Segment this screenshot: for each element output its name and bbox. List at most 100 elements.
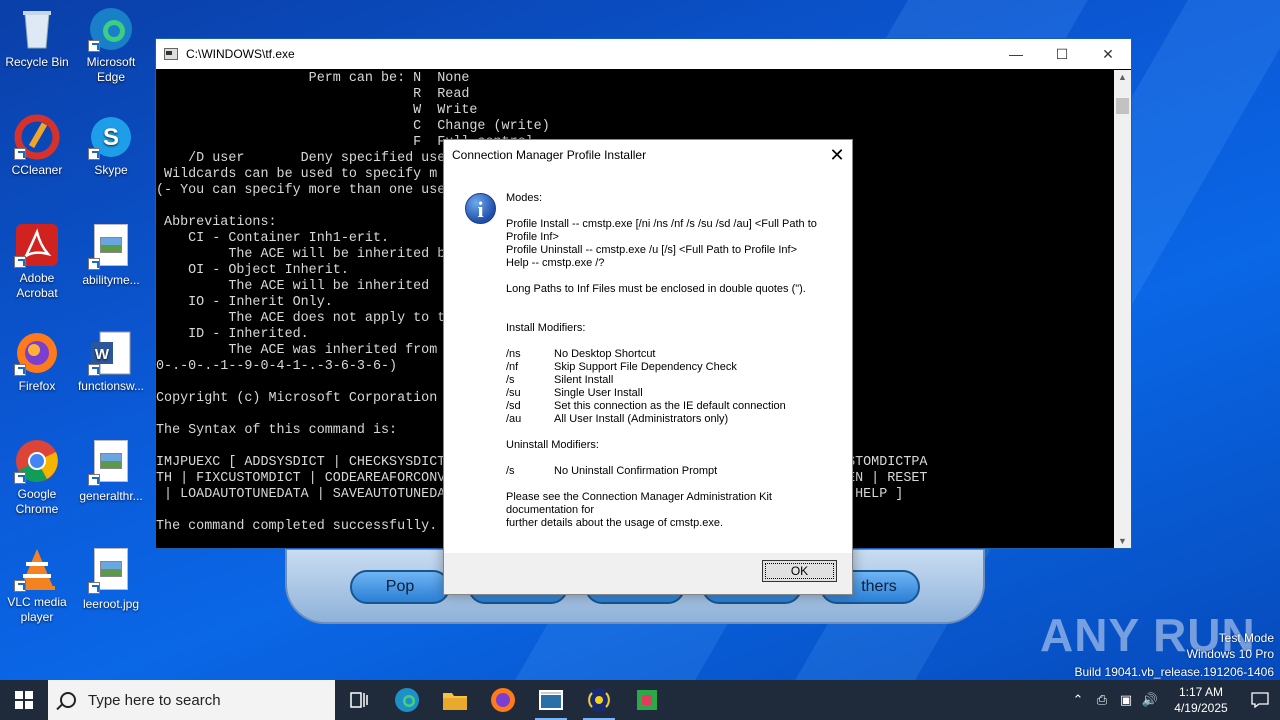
notification-icon xyxy=(1251,692,1269,708)
desktop-icon-label: leeroot.jpg xyxy=(82,597,140,611)
console-line: R Read xyxy=(156,87,470,102)
long-paths-text: Long Paths to Inf Files must be enclosed… xyxy=(506,283,806,295)
modifier-description: Set this connection as the IE default co… xyxy=(554,400,786,412)
desktop-icon[interactable]: leeroot.jpg xyxy=(73,546,149,612)
svg-text:S: S xyxy=(103,124,119,151)
taskbar-console[interactable] xyxy=(527,680,575,720)
desktop-icon[interactable]: abilityme... xyxy=(73,222,149,288)
modifier-row: /s Silent Install xyxy=(506,374,836,387)
ok-button[interactable]: OK xyxy=(762,560,837,582)
console-scrollbar[interactable]: ▲ ▼ xyxy=(1114,70,1131,548)
search-icon xyxy=(60,692,76,708)
modifier-row: /su Single User Install xyxy=(506,387,836,400)
task-view-button[interactable] xyxy=(335,680,383,720)
clock[interactable]: 1:17 AM 4/19/2025 xyxy=(1162,684,1240,716)
build-text: Build 19041.vb_release.191206-1406 xyxy=(1074,665,1275,679)
dialog-body: i Modes: Profile Install -- cmstp.exe [/… xyxy=(444,170,852,553)
desktop-icon[interactable]: Recycle Bin xyxy=(0,6,75,70)
notifications-button[interactable] xyxy=(1240,680,1280,720)
wireless-app-icon xyxy=(587,688,611,712)
dialog-titlebar[interactable]: Connection Manager Profile Installer ✕ xyxy=(444,140,852,170)
info-icon: i xyxy=(465,193,496,224)
maximize-button[interactable]: ☐ xyxy=(1039,39,1085,69)
desktop-icon[interactable]: CCleaner xyxy=(0,114,75,178)
modifier-description: All User Install (Administrators only) xyxy=(554,413,729,425)
shortcut-arrow-icon xyxy=(88,474,100,486)
image-file-icon xyxy=(88,440,134,486)
desktop-icon-label: CCleaner xyxy=(11,163,63,177)
recycle-bin-icon xyxy=(14,6,60,52)
desktop-icon[interactable]: VLC media player xyxy=(0,546,75,625)
dialog-message: Modes: Profile Install -- cmstp.exe [/ni… xyxy=(506,192,836,530)
edge-icon xyxy=(395,688,419,712)
dialog-close-icon[interactable]: ✕ xyxy=(822,145,852,166)
desktop-icon-label: Microsoft Edge xyxy=(86,55,136,84)
shortcut-arrow-icon xyxy=(14,580,26,592)
taskbar-file-explorer[interactable] xyxy=(431,680,479,720)
desktop-icon-label: Firefox xyxy=(18,379,56,393)
taskbar-search-box[interactable]: Type here to search xyxy=(48,680,335,720)
desktop-icon-label: abilityme... xyxy=(82,273,140,287)
start-button[interactable] xyxy=(0,680,48,720)
desktop-icon-label: generalthr... xyxy=(79,489,143,503)
desktop-icon[interactable]: generalthr... xyxy=(73,438,149,504)
network-icon[interactable]: ▣ xyxy=(1114,692,1138,708)
shortcut-arrow-icon xyxy=(88,582,100,594)
shortcut-arrow-icon xyxy=(14,472,26,484)
taskbar-app-green[interactable] xyxy=(623,680,671,720)
documentation-text: Please see the Connection Manager Admini… xyxy=(506,491,772,516)
desktop-icon[interactable]: Firefox xyxy=(0,330,75,394)
modifier-row: /au All User Install (Administrators only… xyxy=(506,413,836,426)
desktop-icon[interactable]: S Skype xyxy=(73,114,149,178)
desktop-icon[interactable]: Microsoft Edge xyxy=(73,6,149,85)
taskbar-app-yellow[interactable] xyxy=(575,680,623,720)
taskbar-edge[interactable] xyxy=(383,680,431,720)
desktop-icon-label: Skype xyxy=(94,163,128,177)
shortcut-arrow-icon xyxy=(88,148,100,160)
modifier-description: Single User Install xyxy=(554,387,643,399)
taskbar: Type here to search ⌃ ⎙ ▣ 🔊 1:17 AM 4/19… xyxy=(0,680,1280,720)
acrobat-icon xyxy=(14,222,60,268)
desktop-icon[interactable]: Adobe Acrobat xyxy=(0,222,75,301)
console-line: Perm can be: N None xyxy=(156,71,470,86)
modifier-flag: /s xyxy=(506,374,515,386)
close-button[interactable]: ✕ xyxy=(1085,39,1131,69)
volume-icon[interactable]: 🔊 xyxy=(1138,692,1162,708)
scroll-up-arrow-icon[interactable]: ▲ xyxy=(1114,72,1131,82)
folder-icon xyxy=(443,693,467,710)
console-titlebar[interactable]: C:\WINDOWS\tf.exe — ☐ ✕ xyxy=(156,39,1131,69)
desktop-icon[interactable]: Google Chrome xyxy=(0,438,75,517)
modifier-flag: /ns xyxy=(506,348,521,360)
documentation-text-2: further details about the usage of cmstp… xyxy=(506,517,724,529)
console-line: W Write xyxy=(156,103,478,118)
modifier-flag: /s xyxy=(506,465,515,477)
background-app-button-pop[interactable]: Pop xyxy=(350,570,450,604)
search-placeholder: Type here to search xyxy=(88,691,221,709)
help-text: Help -- cmstp.exe /? xyxy=(506,257,605,269)
modifier-flag: /su xyxy=(506,387,521,399)
cmstp-dialog[interactable]: Connection Manager Profile Installer ✕ i… xyxy=(443,139,853,595)
modifier-row: /sd Set this connection as the IE default… xyxy=(506,400,836,413)
desktop-icon[interactable]: Wfunctionsw... xyxy=(73,330,149,394)
modifier-description: Skip Support File Dependency Check xyxy=(554,361,737,373)
windows-edition-text: Windows 10 Pro xyxy=(1186,647,1274,661)
modes-heading: Modes: xyxy=(506,192,543,204)
shortcut-arrow-icon xyxy=(14,364,26,376)
chevron-up-icon[interactable]: ⌃ xyxy=(1066,692,1090,708)
system-tray: ⌃ ⎙ ▣ 🔊 1:17 AM 4/19/2025 xyxy=(1066,680,1280,720)
scrollbar-thumb[interactable] xyxy=(1116,98,1129,114)
scroll-down-arrow-icon[interactable]: ▼ xyxy=(1114,536,1131,546)
console-title: C:\WINDOWS\tf.exe xyxy=(186,47,295,61)
firefox-icon xyxy=(491,688,515,712)
modifier-flag: /au xyxy=(506,413,522,425)
taskbar-firefox[interactable] xyxy=(479,680,527,720)
image-file-icon xyxy=(88,548,134,594)
device-icon[interactable]: ⎙ xyxy=(1090,692,1114,708)
minimize-button[interactable]: — xyxy=(993,39,1039,69)
image-file-icon xyxy=(88,224,134,270)
test-mode-text: Test Mode xyxy=(1218,631,1274,645)
uninstall-modifiers-heading: Uninstall Modifiers: xyxy=(506,439,599,451)
vlc-icon xyxy=(14,546,60,592)
modifier-row: /s No Uninstall Confirmation Prompt xyxy=(506,465,836,478)
puzzle-app-icon xyxy=(637,690,657,710)
